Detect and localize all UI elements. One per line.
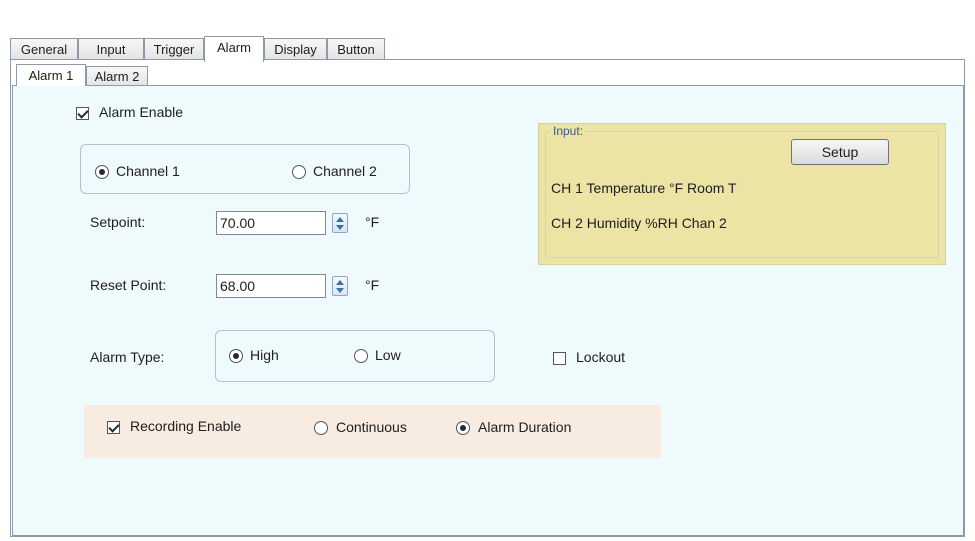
subtab-alarm-1[interactable]: Alarm 1 [16, 64, 86, 86]
tab-trigger[interactable]: Trigger [144, 38, 204, 60]
subtab-alarm-2[interactable]: Alarm 2 [86, 66, 148, 86]
lockout-checkbox[interactable] [553, 352, 566, 365]
recording-enable-checkbox[interactable] [107, 421, 120, 434]
alarm-type-high-radio[interactable] [229, 349, 243, 363]
tab-button[interactable]: Button [327, 38, 385, 60]
reset-point-spinner[interactable] [332, 276, 348, 296]
arrow-down-icon [336, 225, 344, 230]
input-info-panel: Input: Setup CH 1 Temperature °F Room T … [538, 123, 946, 265]
alarm-duration-radio[interactable] [456, 421, 470, 435]
tab-general[interactable]: General [10, 38, 78, 60]
continuous-radio[interactable] [314, 421, 328, 435]
alarm-type-label: Alarm Type: [90, 349, 165, 365]
input-ch1-text: CH 1 Temperature °F Room T [551, 180, 737, 196]
reset-point-unit: °F [365, 277, 380, 293]
radio-selected-dot [99, 169, 105, 175]
radio-selected-dot [460, 425, 466, 431]
setpoint-label: Setpoint: [90, 214, 146, 230]
tab-input[interactable]: Input [78, 38, 144, 60]
input-ch2-text: CH 2 Humidity %RH Chan 2 [551, 215, 727, 231]
reset-point-label: Reset Point: [90, 277, 167, 293]
alarm-enable-label: Alarm Enable [99, 104, 184, 120]
reset-point-input[interactable]: 68.00 [216, 274, 326, 298]
setpoint-unit: °F [365, 214, 380, 230]
lockout-label: Lockout [576, 349, 626, 365]
setup-button[interactable]: Setup [791, 139, 889, 165]
setpoint-input[interactable]: 70.00 [216, 211, 326, 235]
alarm-type-low-radio[interactable] [354, 349, 368, 363]
input-panel-legend: Input: [551, 124, 586, 138]
alarm-duration-label: Alarm Duration [478, 419, 572, 435]
check-mark-icon [108, 421, 120, 433]
alarm-enable-checkbox[interactable] [76, 107, 89, 120]
arrow-up-icon [336, 280, 344, 285]
channel-2-radio[interactable] [292, 165, 306, 179]
check-mark-icon [77, 107, 89, 119]
arrow-down-icon [336, 288, 344, 293]
alarm-type-high-label: High [250, 347, 279, 363]
alarm-type-low-label: Low [375, 347, 401, 363]
continuous-label: Continuous [336, 419, 407, 435]
arrow-up-icon [336, 217, 344, 222]
tab-display[interactable]: Display [264, 38, 327, 60]
tab-alarm[interactable]: Alarm [204, 36, 264, 62]
radio-selected-dot [233, 353, 239, 359]
channel-2-label: Channel 2 [313, 163, 377, 179]
setpoint-spinner[interactable] [332, 213, 348, 233]
channel-1-radio[interactable] [95, 165, 109, 179]
recording-enable-label: Recording Enable [130, 418, 242, 434]
channel-1-label: Channel 1 [116, 163, 180, 179]
